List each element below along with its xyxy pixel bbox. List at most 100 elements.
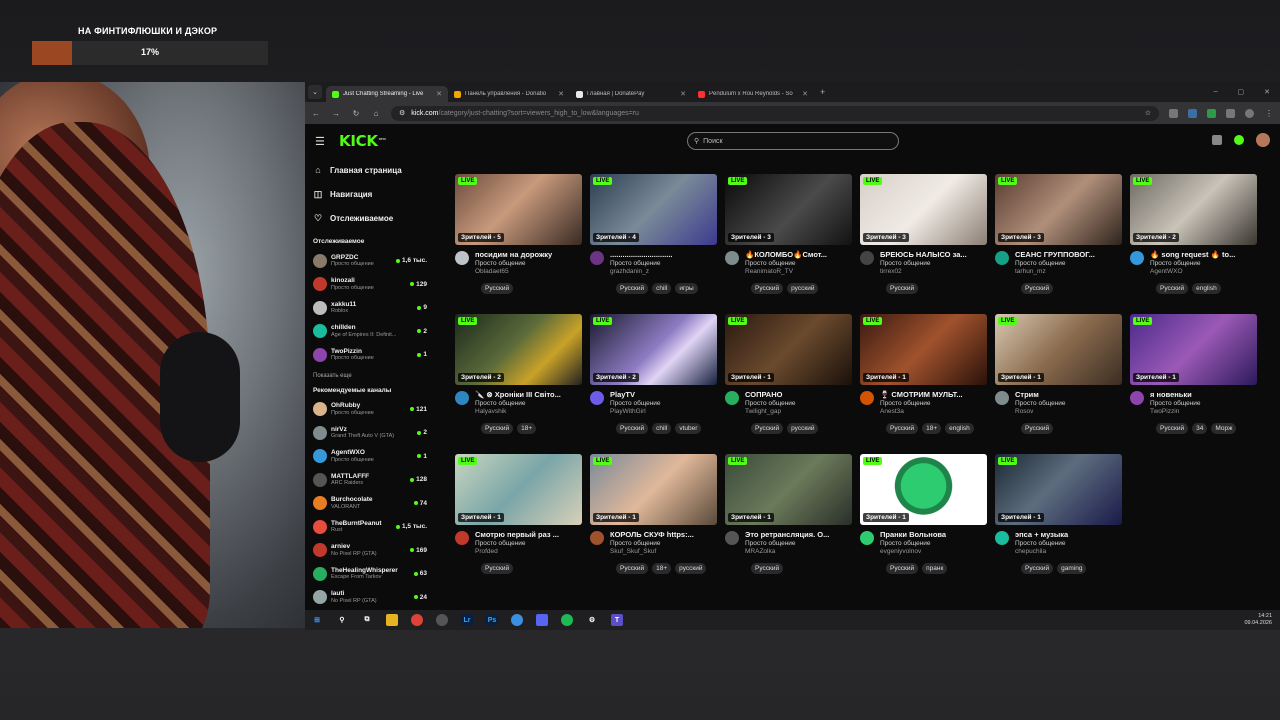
sidebar-channel[interactable]: nirVz Grand Theft Auto V (GTA) 2 [313, 421, 427, 445]
stream-thumbnail[interactable]: LIVE Зрителей - 5 [455, 174, 582, 245]
streamer-avatar[interactable] [860, 251, 874, 265]
minimize-icon[interactable]: – [1214, 88, 1218, 96]
streamer-avatar[interactable] [1130, 251, 1144, 265]
stream-category[interactable]: Просто общение [610, 260, 717, 268]
system-clock[interactable]: 14:21 09.04.2026 [1244, 613, 1272, 627]
extensions-puzzle-icon[interactable] [1226, 108, 1235, 118]
search-taskbar-icon[interactable]: ⚲ [336, 614, 348, 626]
reload-icon[interactable]: ↻ [351, 109, 361, 118]
streamer-name[interactable]: Skuf_Skuf_Skuf [610, 548, 717, 556]
stream-tag[interactable]: Русский [1156, 282, 1189, 294]
extension-icon[interactable] [1207, 108, 1216, 118]
stream-tag[interactable]: english [1192, 282, 1221, 294]
file-explorer-icon[interactable] [386, 614, 398, 626]
streamer-name[interactable]: chepuchila [1015, 548, 1122, 556]
stream-category[interactable]: Просто общение [745, 540, 852, 548]
stream-tag[interactable]: русский [675, 562, 707, 574]
stream-category[interactable]: Просто общение [880, 260, 987, 268]
streamer-name[interactable]: grazhdanin_z [610, 268, 717, 276]
stream-title[interactable]: БРЕЮСЬ НАЛЫСО за... [880, 250, 987, 260]
stream-tag[interactable]: 18+ [922, 422, 942, 434]
browser-menu-icon[interactable]: ⋮ [1264, 109, 1274, 118]
stream-tag[interactable]: Русский [481, 282, 514, 294]
stream-thumbnail[interactable]: LIVE Зрителей - 1 [725, 454, 852, 525]
stream-title[interactable]: .............................. [610, 250, 717, 260]
stream-tag[interactable]: vtuber [675, 422, 702, 434]
streamer-name[interactable]: TwoPizzin [1150, 408, 1257, 416]
stream-title[interactable]: СОПРАНО [745, 390, 852, 400]
windows-start-icon[interactable]: ⊞ [311, 614, 323, 626]
stream-thumbnail[interactable]: LIVE Зрителей - 1 [995, 314, 1122, 385]
stream-tag[interactable]: Русский [751, 562, 784, 574]
stream-tag[interactable]: русский [787, 422, 819, 434]
stream-title[interactable]: СЕАНС ГРУППОВОГ... [1015, 250, 1122, 260]
streamer-name[interactable]: Profded [475, 548, 582, 556]
stream-title[interactable]: Это ретрансляция. О... [745, 530, 852, 540]
teams-icon[interactable]: T [611, 614, 623, 626]
stream-card[interactable]: LIVE Зрителей - 3 СЕАНС ГРУППОВОГ... Просто… [995, 174, 1122, 314]
streamer-name[interactable]: evgeniyvolnov [880, 548, 987, 556]
streamer-avatar[interactable] [590, 531, 604, 545]
stream-tag[interactable]: Морж [1211, 422, 1237, 434]
sidebar-nav-item[interactable]: ⌂ Главная страница [313, 158, 427, 182]
streamer-avatar[interactable] [1130, 391, 1144, 405]
streamer-avatar[interactable] [455, 251, 469, 265]
stream-thumbnail[interactable]: LIVE Зрителей - 2 [455, 314, 582, 385]
browser-tab[interactable]: Pendulum x Rou Reynolds - So ✕ [692, 86, 814, 102]
streamer-name[interactable]: ReanimatoR_TV [745, 268, 852, 276]
stream-thumbnail[interactable]: LIVE Зрителей - 2 [1130, 174, 1257, 245]
stream-category[interactable]: Просто общение [1015, 400, 1122, 408]
inbox-icon[interactable] [1212, 135, 1222, 145]
stream-category[interactable]: Просто общение [880, 400, 987, 408]
stream-card[interactable]: LIVE Зрителей - 1 СОПРАНО Просто общение Twi… [725, 314, 852, 454]
sidebar-channel[interactable]: lauti No Pixel RP (GTA) 24 [313, 586, 427, 610]
stream-tag[interactable]: 34 [1192, 422, 1208, 434]
extension-icon[interactable] [1169, 108, 1178, 118]
stream-tag[interactable]: Русский [616, 282, 649, 294]
streamer-avatar[interactable] [995, 391, 1009, 405]
hamburger-menu-icon[interactable]: ☰ [315, 135, 329, 148]
user-avatar[interactable] [1256, 133, 1270, 147]
streamer-name[interactable]: Halyavshik [475, 408, 582, 416]
stream-title[interactable]: 🔥 song request 🔥 to... [1150, 250, 1257, 260]
sidebar-channel[interactable]: TwoPizzin Просто общение 1 [313, 343, 427, 367]
lightroom-icon[interactable]: Lr [461, 614, 473, 626]
stream-title[interactable]: 🍷 СМОТРИМ МУЛЬТ... [880, 390, 987, 400]
home-browser-icon[interactable]: ⌂ [371, 109, 381, 118]
stream-thumbnail[interactable]: LIVE Зрителей - 3 [725, 174, 852, 245]
stream-card[interactable]: LIVE Зрителей - 1 Это ретрансляция. О... Пр… [725, 454, 852, 594]
stream-thumbnail[interactable]: LIVE Зрителей - 1 [590, 454, 717, 525]
tab-close-icon[interactable]: ✕ [436, 90, 442, 98]
tab-close-icon[interactable]: ✕ [802, 90, 808, 98]
maximize-icon[interactable]: ▢ [1238, 88, 1245, 96]
extension-icon[interactable] [1188, 108, 1197, 118]
back-icon[interactable]: ← [311, 109, 321, 118]
stream-category[interactable]: Просто общение [745, 400, 852, 408]
streamer-name[interactable]: Twilight_gap [745, 408, 852, 416]
streamer-avatar[interactable] [995, 251, 1009, 265]
sidebar-channel[interactable]: xakku11 Roblox 9 [313, 296, 427, 320]
kick-logo[interactable]: KICKBETA [339, 132, 386, 150]
stream-category[interactable]: Просто общение [475, 400, 582, 408]
streamer-name[interactable]: PlayWithGirl [610, 408, 717, 416]
streamer-name[interactable]: tarhun_mz [1015, 268, 1122, 276]
stream-card[interactable]: LIVE Зрителей - 3 БРЕЮСЬ НАЛЫСО за... Прост… [860, 174, 987, 314]
browser-tab[interactable]: Главная | DonatePay ✕ [570, 86, 692, 102]
profile-avatar-icon[interactable] [1245, 108, 1254, 118]
stream-thumbnail[interactable]: LIVE Зрителей - 1 [1130, 314, 1257, 385]
stream-category[interactable]: Просто общение [1015, 540, 1122, 548]
stream-title[interactable]: 🔥КОЛОМБО🔥Смот... [745, 250, 852, 260]
streamer-avatar[interactable] [725, 251, 739, 265]
sidebar-channel[interactable]: TheBurntPeanut Rust 1,5 тыс. [313, 515, 427, 539]
close-window-icon[interactable]: ✕ [1264, 88, 1270, 96]
settings-icon[interactable]: ⚙ [586, 614, 598, 626]
sidebar-channel[interactable]: kinozali Просто общение 129 [313, 273, 427, 297]
stream-tag[interactable]: gaming [1057, 562, 1087, 574]
stream-tag[interactable]: chill [652, 422, 672, 434]
streamer-avatar[interactable] [995, 531, 1009, 545]
stream-card[interactable]: LIVE Зрителей - 1 🍷 СМОТРИМ МУЛЬТ... Просто… [860, 314, 987, 454]
sidebar-nav-item[interactable]: ♡ Отслеживаемое [313, 206, 427, 230]
obs-icon[interactable] [436, 614, 448, 626]
stream-tag[interactable]: Русский [1021, 282, 1054, 294]
stream-card[interactable]: LIVE Зрителей - 2 🔪 ⊗ Хроніки ІІІ Світо...… [455, 314, 582, 454]
